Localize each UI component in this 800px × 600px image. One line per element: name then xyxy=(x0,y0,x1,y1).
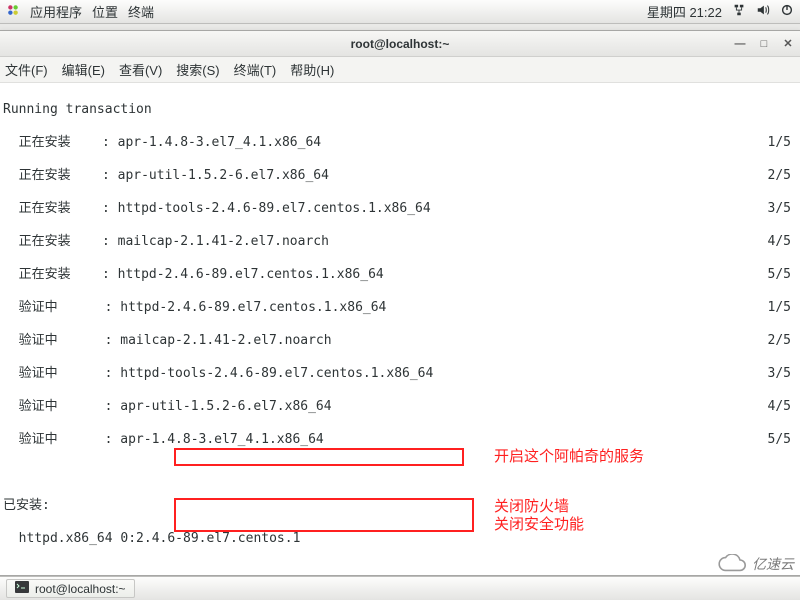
term-line: 验证中 : httpd-tools-2.4.6-89.el7.centos.1.… xyxy=(3,366,797,383)
term-line: Running transaction xyxy=(3,102,797,119)
window-title: root@localhost:~ xyxy=(351,37,450,51)
activities-icon xyxy=(6,3,20,20)
top-menu-apps[interactable]: 应用程序 xyxy=(30,2,82,21)
watermark-text: 亿速云 xyxy=(752,554,794,574)
close-button[interactable]: ✕ xyxy=(781,37,795,51)
desktop-topbar: 应用程序 位置 终端 星期四 21:22 xyxy=(0,0,800,24)
desktop-taskbar: root@localhost:~ xyxy=(0,576,800,600)
maximize-button[interactable]: □ xyxy=(757,37,771,51)
network-icon[interactable] xyxy=(732,3,746,20)
term-line: 验证中 : mailcap-2.1.41-2.el7.noarch2/5 xyxy=(3,333,797,350)
term-line xyxy=(3,564,797,576)
term-line: 正在安装 : httpd-tools-2.4.6-89.el7.centos.1… xyxy=(3,201,797,218)
term-line: 正在安装 : mailcap-2.1.41-2.el7.noarch4/5 xyxy=(3,234,797,251)
menu-search[interactable]: 搜索(S) xyxy=(176,60,219,79)
taskbar-item-label: root@localhost:~ xyxy=(35,582,126,596)
menu-file[interactable]: 文件(F) xyxy=(5,60,48,79)
taskbar-item[interactable]: root@localhost:~ xyxy=(6,579,135,598)
term-line: 正在安装 : httpd-2.4.6-89.el7.centos.1.x86_6… xyxy=(3,267,797,284)
terminal-output[interactable]: Running transaction 正在安装 : apr-1.4.8-3.e… xyxy=(0,83,800,575)
menu-help[interactable]: 帮助(H) xyxy=(290,60,334,79)
annotation-text: 关闭安全功能 xyxy=(494,517,584,534)
terminal-icon xyxy=(15,581,29,596)
terminal-window: root@localhost:~ — □ ✕ 文件(F) 编辑(E) 查看(V)… xyxy=(0,30,800,576)
minimize-button[interactable]: — xyxy=(733,37,747,51)
annotation-text: 开启这个阿帕奇的服务 xyxy=(494,449,644,466)
watermark: 亿速云 xyxy=(716,554,794,574)
menu-edit[interactable]: 编辑(E) xyxy=(62,60,105,79)
annotation-text: 关闭防火墙 xyxy=(494,499,569,516)
term-line: 验证中 : apr-util-1.5.2-6.el7.x86_644/5 xyxy=(3,399,797,416)
term-line: 验证中 : apr-1.4.8-3.el7_4.1.x86_645/5 xyxy=(3,432,797,449)
annotation-box xyxy=(174,498,474,532)
top-menu-places[interactable]: 位置 xyxy=(92,2,118,21)
window-titlebar[interactable]: root@localhost:~ — □ ✕ xyxy=(0,31,800,57)
menu-view[interactable]: 查看(V) xyxy=(119,60,162,79)
term-line: 正在安装 : apr-util-1.5.2-6.el7.x86_642/5 xyxy=(3,168,797,185)
power-icon[interactable] xyxy=(780,3,794,20)
sound-icon[interactable] xyxy=(756,3,770,20)
term-line: 正在安装 : apr-1.4.8-3.el7_4.1.x86_641/5 xyxy=(3,135,797,152)
top-menu-terminal[interactable]: 终端 xyxy=(128,2,154,21)
clock[interactable]: 星期四 21:22 xyxy=(647,2,722,21)
window-menubar: 文件(F) 编辑(E) 查看(V) 搜索(S) 终端(T) 帮助(H) xyxy=(0,57,800,83)
term-line: 验证中 : httpd-2.4.6-89.el7.centos.1.x86_64… xyxy=(3,300,797,317)
term-line: httpd.x86_64 0:2.4.6-89.el7.centos.1 xyxy=(3,531,797,548)
term-line xyxy=(3,465,797,482)
menu-terminal[interactable]: 终端(T) xyxy=(234,60,277,79)
annotation-box xyxy=(174,448,464,466)
